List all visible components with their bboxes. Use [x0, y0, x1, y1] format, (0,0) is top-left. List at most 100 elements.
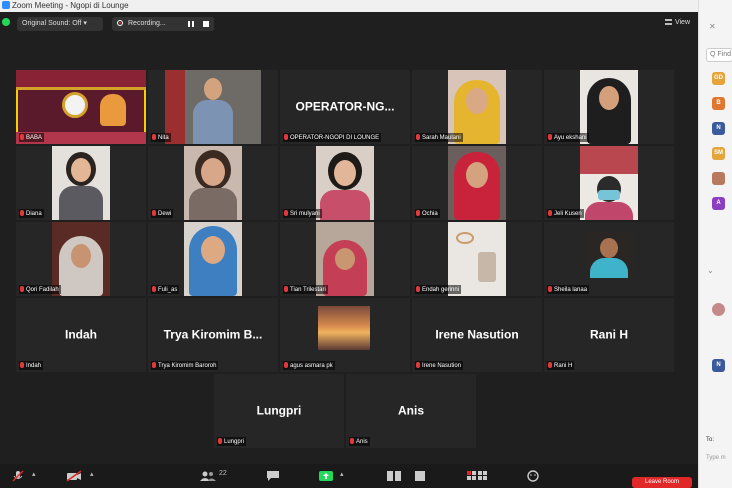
stop-recording-icon[interactable]	[203, 21, 209, 27]
muted-mic-icon	[218, 438, 222, 444]
participant-label: Dewi	[151, 209, 174, 218]
muted-mic-icon	[416, 210, 420, 216]
participant-tile[interactable]: Sheila lanaa	[544, 222, 674, 296]
avatar	[712, 303, 725, 316]
face-mask	[598, 190, 620, 200]
chevron-down-icon[interactable]: ⌄	[707, 266, 714, 275]
avatar: N	[712, 122, 725, 135]
participant-video	[580, 70, 638, 144]
participant-video	[184, 146, 242, 220]
record-icon[interactable]	[386, 470, 402, 482]
muted-mic-icon	[548, 362, 552, 368]
muted-mic-icon	[548, 210, 552, 216]
muted-mic-icon	[20, 286, 24, 292]
security-shield-icon[interactable]	[2, 18, 10, 26]
window-titlebar: Zoom Meeting - Ngopi di Lounge	[0, 0, 698, 12]
muted-mic-icon	[416, 362, 420, 368]
reactions-icon[interactable]	[526, 470, 540, 482]
shelf-decoration	[478, 252, 496, 282]
view-button[interactable]: View	[664, 19, 690, 26]
participant-display-name: Rani H	[589, 327, 628, 342]
participant-tile[interactable]: Sarah Maulani	[412, 70, 542, 144]
participant-tile[interactable]: Qori Fadilah	[16, 222, 146, 296]
muted-mic-icon	[152, 134, 156, 140]
meeting-topbar: Original Sound: Off ▾ Recording... View	[0, 12, 698, 34]
audio-options-icon[interactable]: ▴	[32, 470, 36, 478]
participant-video	[580, 146, 638, 220]
participant-tile[interactable]: Diana	[16, 146, 146, 220]
participant-tile[interactable]: Ochia	[412, 146, 542, 220]
participant-tile[interactable]: Nita	[148, 70, 278, 144]
participant-label: Endah gerinni	[415, 285, 462, 294]
participant-label: Diana	[19, 209, 44, 218]
participant-label: Jeli Kusen	[547, 209, 584, 218]
muted-mic-icon	[284, 210, 288, 216]
original-sound-pill[interactable]: Original Sound: Off ▾	[17, 17, 103, 31]
leave-room-button[interactable]: Leave Room	[632, 477, 692, 488]
muted-mic-icon	[284, 134, 288, 140]
stop-video-icon[interactable]	[66, 470, 82, 482]
participant-tile[interactable]: Lungpri Lungpri	[214, 374, 344, 448]
participant-label: Ayu ekshani	[547, 133, 589, 142]
avatar: A	[712, 197, 725, 210]
participant-search-input[interactable]: Q Find	[706, 48, 732, 62]
participant-tile[interactable]: OPERATOR-NG... OPERATOR-NGOPI DI LOUNGE	[280, 70, 410, 144]
meeting-main: Original Sound: Off ▾ Recording... View …	[0, 12, 698, 488]
participant-tile[interactable]: Ayu ekshani	[544, 70, 674, 144]
participant-tile[interactable]: Trya Kiromim B... Trya Kiromim Baroroh	[148, 298, 278, 372]
recording-icon	[117, 20, 123, 26]
mute-microphone-icon[interactable]	[12, 470, 24, 482]
participant-tile[interactable]: Rani H Rani H	[544, 298, 674, 372]
window-title: Zoom Meeting - Ngopi di Lounge	[12, 1, 129, 10]
logo-badge	[62, 92, 88, 118]
participant-display-name: Trya Kiromim B...	[163, 327, 263, 342]
muted-mic-icon	[350, 438, 354, 444]
muted-mic-icon	[20, 134, 24, 140]
participant-label: Trya Kiromim Baroroh	[151, 361, 219, 370]
participants-icon[interactable]	[200, 470, 216, 482]
muted-mic-icon	[416, 134, 420, 140]
participant-label: Fuli_as	[151, 285, 180, 294]
participant-label: Sri mulyani	[283, 209, 322, 218]
participants-count: 22	[219, 470, 227, 477]
avatar: B	[712, 97, 725, 110]
participant-label: Sarah Maulani	[415, 133, 463, 142]
chat-message-input[interactable]: Type m	[706, 455, 726, 461]
participant-tile[interactable]: Fuli_as	[148, 222, 278, 296]
participant-video	[52, 222, 110, 296]
participant-label: Indah	[19, 361, 44, 370]
participant-video	[165, 70, 261, 144]
participant-tile[interactable]: Dewi	[148, 146, 278, 220]
share-options-icon[interactable]: ▴	[340, 470, 344, 478]
zoom-app-icon	[2, 1, 10, 9]
close-icon[interactable]: ✕	[709, 22, 716, 31]
recording-label: Recording...	[128, 20, 166, 27]
side-panel: ✕ Q Find GD B N SM A ⌄ N To: Type m	[698, 0, 732, 488]
participant-label: Tian Trilestari	[283, 285, 328, 294]
breakout-rooms-icon[interactable]	[466, 470, 488, 482]
participant-label: BABA	[19, 133, 45, 142]
participant-tile[interactable]: Sri mulyani	[280, 146, 410, 220]
meeting-toolbar: ▴ ▴ 22 ▴	[0, 464, 698, 488]
participant-display-name: Lungpri	[256, 403, 302, 418]
participant-display-name: Anis	[397, 403, 424, 418]
participant-tile[interactable]: Irene Nasution Irene Nasution	[412, 298, 542, 372]
participant-tile[interactable]: Tian Trilestari	[280, 222, 410, 296]
muted-mic-icon	[284, 286, 288, 292]
participant-label: Nita	[151, 133, 171, 142]
participant-tile[interactable]: Endah gerinni	[412, 222, 542, 296]
participant-tile[interactable]: Anis Anis	[346, 374, 476, 448]
stop-record-icon[interactable]	[414, 470, 426, 482]
participant-display-name: OPERATOR-NG...	[295, 99, 395, 114]
participant-video	[184, 222, 242, 296]
participant-tile[interactable]: Jeli Kusen	[544, 146, 674, 220]
chat-icon[interactable]	[266, 470, 280, 482]
pause-recording-icon[interactable]	[188, 21, 194, 27]
muted-mic-icon	[152, 286, 156, 292]
stage-curtain	[16, 70, 146, 90]
share-screen-icon[interactable]	[318, 470, 334, 482]
participant-tile[interactable]: BABA	[16, 70, 146, 144]
video-options-icon[interactable]: ▴	[90, 470, 94, 478]
participant-tile[interactable]: Indah Indah	[16, 298, 146, 372]
participant-tile[interactable]: agus asmara pk	[280, 298, 410, 372]
